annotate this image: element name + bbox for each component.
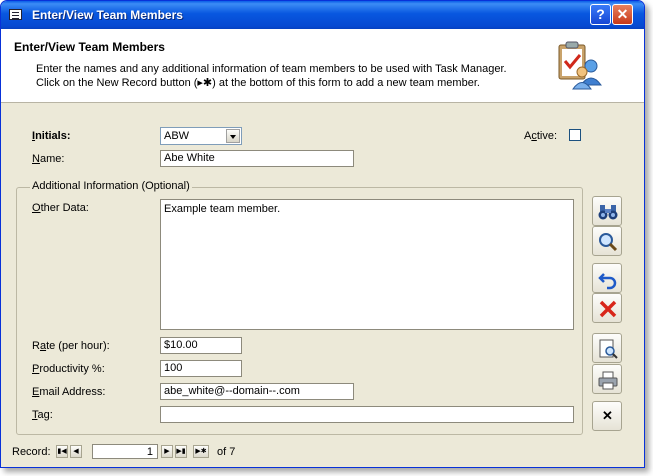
tag-field[interactable]: [160, 406, 574, 423]
record-label: Record:: [12, 446, 51, 458]
other-data-field[interactable]: Example team member.: [160, 199, 574, 330]
search-button[interactable]: [592, 226, 622, 256]
header-instructions-line1: Enter the names and any additional infor…: [36, 63, 507, 75]
print-icon: [598, 371, 618, 390]
undo-icon: [598, 273, 617, 290]
other-data-label: Other Data:: [32, 202, 89, 214]
record-number-field[interactable]: 1: [92, 444, 158, 459]
rate-field[interactable]: $10.00: [160, 337, 242, 354]
email-field[interactable]: abe_white@--domain--.com: [160, 383, 354, 400]
find-button[interactable]: [592, 196, 622, 226]
print-button[interactable]: [592, 364, 622, 394]
previous-record-button[interactable]: ◀: [70, 445, 82, 458]
clipboard-team-icon: [558, 41, 602, 90]
productivity-label: Productivity %:: [32, 363, 105, 375]
undo-button[interactable]: [592, 263, 622, 293]
additional-info-legend: Additional Information (Optional): [30, 180, 192, 192]
active-checkbox[interactable]: [569, 129, 581, 141]
initials-combo[interactable]: ABW: [160, 127, 242, 145]
next-record-button[interactable]: ▶: [161, 445, 173, 458]
header-instructions-line2: Click on the New Record button (▸✱) at t…: [36, 77, 480, 89]
header-title: Enter/View Team Members: [14, 40, 165, 54]
close-window-button[interactable]: ✕: [612, 4, 633, 25]
name-field[interactable]: Abe White: [160, 150, 354, 167]
last-record-icon: ▶▮: [176, 448, 186, 455]
print-preview-icon: [599, 339, 618, 359]
close-icon: ✕: [602, 408, 613, 423]
new-record-button[interactable]: ▶✱: [193, 445, 209, 458]
name-label: Name:: [32, 153, 65, 165]
delete-record-button[interactable]: [592, 293, 622, 323]
first-record-icon: ▮◀: [57, 448, 67, 455]
first-record-button[interactable]: ▮◀: [56, 445, 68, 458]
last-record-button[interactable]: ▶▮: [175, 445, 187, 458]
rate-label: Rate (per hour):: [32, 340, 110, 352]
next-record-icon: ▶: [164, 448, 170, 455]
binoculars-icon: [598, 205, 618, 220]
title-bar[interactable]: Enter/View Team Members ? ✕: [1, 1, 644, 29]
initials-value: ABW: [164, 130, 190, 142]
close-icon: ✕: [616, 6, 629, 22]
email-label: Email Address:: [32, 386, 106, 398]
delete-icon: [599, 300, 617, 318]
magnifier-icon: [599, 233, 618, 252]
productivity-field[interactable]: 100: [160, 360, 242, 377]
record-navigation-bar: Record: ▮◀ ◀ 1 ▶ ▶▮ ▶✱ of 7: [1, 439, 644, 465]
previous-record-icon: ◀: [73, 448, 79, 455]
tag-label: Tag:: [32, 409, 53, 421]
form-header: Enter/View Team Members Enter the names …: [1, 29, 644, 103]
window-title: Enter/View Team Members: [32, 8, 183, 22]
form-window: Enter/View Team Members ? ✕ Enter/View T…: [0, 0, 645, 468]
close-form-button[interactable]: ✕: [592, 401, 622, 431]
help-icon: ?: [596, 6, 605, 22]
active-label: Active:: [524, 130, 558, 142]
record-count: of 7: [217, 446, 236, 458]
help-button[interactable]: ?: [590, 4, 611, 25]
chevron-down-icon[interactable]: [226, 129, 240, 143]
initials-label: Initials:: [32, 130, 71, 142]
form-app-icon: [9, 9, 22, 20]
new-record-icon: ▶✱: [195, 448, 207, 455]
print-preview-button[interactable]: [592, 333, 622, 363]
